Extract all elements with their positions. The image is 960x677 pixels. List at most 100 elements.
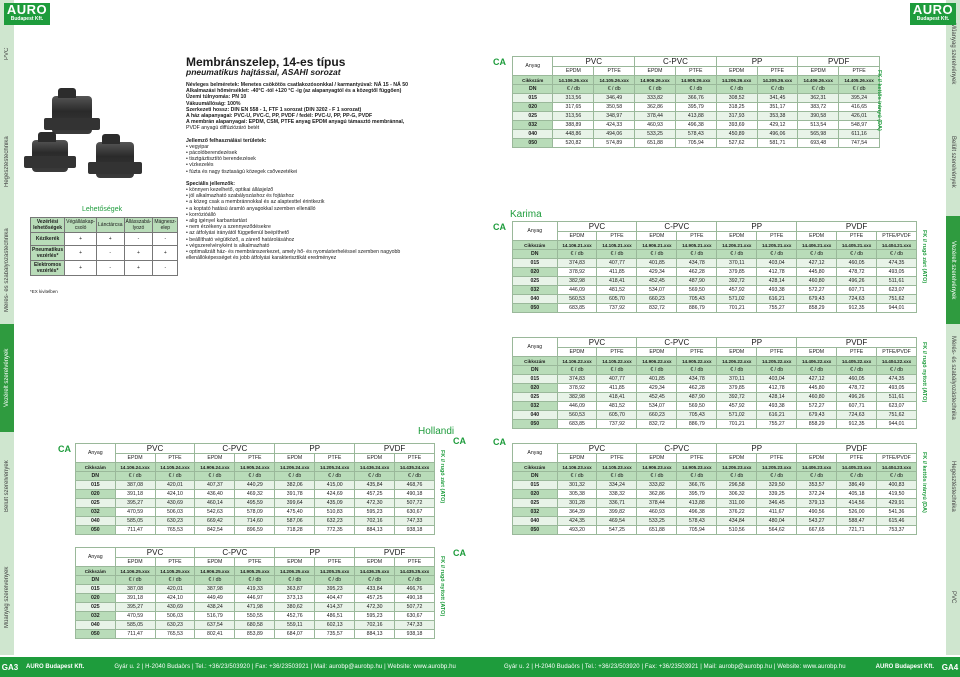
price-cell: 721,71: [836, 525, 878, 535]
price-cell: 475,40: [274, 507, 316, 517]
price-cell: 462,28: [676, 383, 718, 393]
price-cell: 702,16: [354, 620, 396, 630]
price-cell: 944,01: [876, 303, 917, 313]
sidebar-tab[interactable]: Vezérelt szerelvények: [946, 216, 960, 324]
price-cell: 747,33: [394, 620, 435, 630]
sidebar-tab[interactable]: Mérés- és szabályozástechnika: [0, 216, 14, 324]
price-cell: 382,98: [556, 276, 598, 286]
price-cell: 683,85: [556, 419, 598, 429]
price-cell: 391,18: [114, 489, 156, 499]
cikkszam-label: Cikkszám: [512, 462, 558, 472]
material-group: C-PVC: [194, 443, 276, 454]
unit-label: € / db: [756, 249, 798, 259]
cikkszam-label: Cikkszám: [512, 356, 558, 366]
unit-label: € / db: [154, 575, 196, 585]
unit-label: € / db: [593, 84, 636, 94]
price-cell: 469,32: [234, 489, 276, 499]
price-cell: 494,06: [593, 129, 636, 139]
article-code: 14.105.24.xxx: [154, 462, 196, 472]
dn-value: 025: [512, 276, 558, 286]
table-row: 050 683,85 737,92 832,72 886,79 701,21 755,27 8…: [512, 303, 917, 313]
dn-value: 015: [512, 480, 558, 490]
price-cell: 938,18: [394, 525, 435, 535]
price-cell: 474,35: [876, 258, 917, 268]
price-cell: 564,62: [756, 525, 798, 535]
options-head: Vezérlési lehetőségek: [29, 217, 66, 233]
membrane-label: PTFE: [314, 557, 356, 567]
membrane-label: PTFE: [836, 231, 878, 241]
price-cell: 383,72: [797, 102, 840, 112]
price-cell: 429,12: [756, 120, 799, 130]
table-row: 040 585,05 630,23 669,42 714,60 587,06 632,23 7…: [75, 516, 435, 526]
membrane-label: EPDM: [552, 66, 595, 76]
anyag-label: Anyag: [75, 547, 116, 567]
price-cell: 333,82: [636, 480, 678, 490]
sidebar-tab[interactable]: Hegesztéstechnika: [946, 432, 960, 540]
sidebar-tab[interactable]: Belült szerelvények: [0, 432, 14, 540]
dn-value: 025: [512, 392, 558, 402]
price-cell: 735,57: [314, 629, 356, 639]
membrane-label: PTFE: [593, 66, 636, 76]
price-cell: 701,21: [716, 419, 758, 429]
price-cell: 429,34: [636, 383, 678, 393]
price-cell: 526,00: [836, 507, 878, 517]
page-number-left: GA3: [1, 662, 19, 672]
price-cell: 493,05: [876, 267, 917, 277]
price-cell: 419,33: [234, 584, 276, 594]
options-head: Állásszabá-lyozó: [123, 217, 154, 233]
sidebar-tab[interactable]: Hegesztéstechnika: [0, 108, 14, 216]
price-cell: 472,30: [354, 498, 396, 508]
sidebar-tab[interactable]: PVC: [946, 540, 960, 655]
price-cell: 380,62: [274, 602, 316, 612]
price-cell: 301,32: [556, 480, 598, 490]
table-row: 025 395,27 430,69 460,14 495,59 399,64 435,09 4…: [75, 498, 435, 508]
options-head: Mágnesz-elep: [152, 217, 179, 233]
price-cell: 493,38: [756, 401, 798, 411]
price-cell: 435,09: [314, 498, 356, 508]
ca-label: CA: [493, 437, 506, 447]
anyag-label: Anyag: [512, 443, 558, 463]
price-cell: 486,51: [314, 611, 356, 621]
price-cell: 420,01: [154, 584, 196, 594]
article-code: 14.905.22.xxx: [676, 356, 718, 366]
ca-label: CA: [58, 444, 71, 454]
price-cell: 395,79: [676, 489, 718, 499]
price-cell: 379,85: [716, 383, 758, 393]
actuator-type-label: FK // rugó zárt (ATO): [921, 230, 927, 284]
actuator-type-label: FK // rugó nyitott (ATO): [439, 556, 445, 617]
dn-value: 050: [511, 138, 554, 148]
membrane-label: EPDM: [354, 557, 396, 567]
sidebar-tab[interactable]: Vezérelt szerelvények: [0, 324, 14, 432]
sidebar-tab[interactable]: Műanyag szerelvények: [0, 540, 14, 655]
table-row: 040 585,05 630,23 637,54 680,58 559,11 602,13 7…: [75, 620, 435, 630]
dn-value: 040: [75, 620, 116, 630]
price-cell: 329,50: [756, 480, 798, 490]
price-cell: 429,91: [876, 498, 917, 508]
membrane-label: EPDM: [556, 231, 598, 241]
material-group: PP: [274, 443, 356, 454]
table-row: 050 711,47 765,53 802,41 853,89 684,07 735,57 8…: [75, 629, 435, 639]
membrane-label: PTFE/PVDF: [876, 231, 917, 241]
price-table: Anyag PVC C-PVC PP PVDF EPDM PTFE EPDM PTFE EPDM P…: [75, 547, 435, 639]
membrane-label: EPDM: [114, 557, 156, 567]
article-code: 14.106.26.xxx: [552, 75, 595, 85]
unit-label: € / db: [756, 84, 799, 94]
price-cell: 387,98: [194, 584, 236, 594]
unit-label: € / db: [796, 249, 838, 259]
membrane-label: PTFE: [394, 557, 435, 567]
price-cell: 912,35: [836, 419, 878, 429]
sidebar-tab[interactable]: Belült szerelvények: [946, 108, 960, 216]
membrane-label: EPDM: [636, 231, 678, 241]
price-cell: 506,03: [154, 507, 196, 517]
article-code: 14.106.24.xxx: [114, 462, 156, 472]
price-cell: 541,36: [876, 507, 917, 517]
price-cell: 418,41: [596, 392, 638, 402]
sidebar-tab[interactable]: Mérés- és szabályozástechnika: [946, 324, 960, 432]
price-cell: 414,56: [836, 498, 878, 508]
right-sidebar: Műanyag szerelvények Belült szerelvények V…: [946, 0, 960, 655]
price-cell: 607,71: [836, 401, 878, 411]
membrane-label: PTFE: [836, 347, 878, 357]
options-cell: -: [152, 260, 179, 276]
table-row: 020 305,38 338,32 362,86 395,79 306,32 339,25 3…: [512, 489, 917, 499]
unit-label: € / db: [234, 471, 276, 481]
